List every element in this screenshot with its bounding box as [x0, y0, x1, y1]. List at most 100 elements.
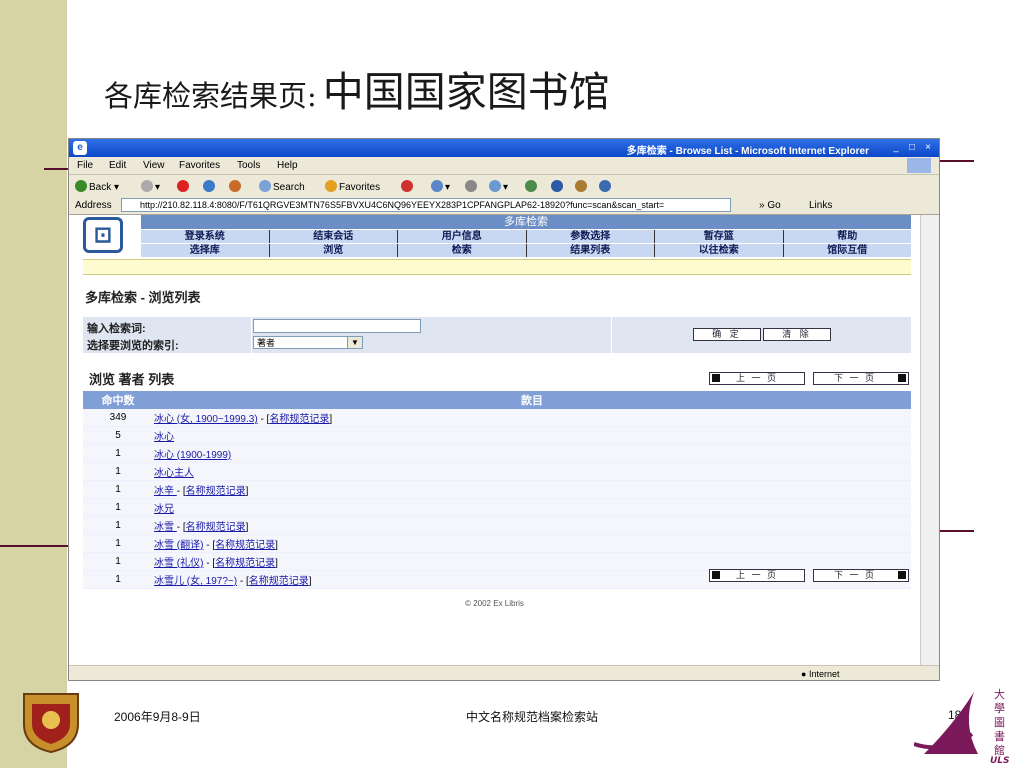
nav-previous-searches[interactable]: 以往检索	[655, 244, 784, 257]
menu-file[interactable]: File	[77, 160, 93, 171]
menu-edit[interactable]: Edit	[109, 160, 126, 171]
favorites-label: Favorites	[339, 182, 381, 193]
index-select[interactable]: 著者 ▼	[253, 336, 363, 349]
authority-record-link[interactable]: 名称规范记录	[269, 414, 329, 425]
nav-browse[interactable]: 浏览	[270, 244, 398, 257]
nav-select-db[interactable]: 选择库	[141, 244, 270, 257]
entry-link[interactable]: 冰心 (1900-1999)	[154, 450, 231, 461]
go-button[interactable]: » Go	[759, 200, 781, 211]
prev-arrow-icon	[712, 571, 720, 579]
footer-date: 2006年9月8-9日	[114, 710, 201, 724]
minimize-icon[interactable]: _	[889, 141, 903, 154]
favorites-button[interactable]: Favorites	[325, 180, 380, 193]
entry-link[interactable]: 冰心 (女, 1900~1999.3)	[154, 414, 258, 425]
entry-cell: 冰心	[153, 426, 911, 445]
prev-page-label: 上 一 页	[736, 570, 779, 580]
entry-link[interactable]: 冰辛	[154, 486, 177, 497]
refresh-icon[interactable]	[203, 180, 217, 193]
footer-center: 中文名称规范档案检索站	[466, 710, 599, 724]
internet-zone: ● Internet	[801, 669, 840, 679]
entry-link[interactable]: 冰雪儿 (女, 197?~)	[154, 576, 237, 587]
nav-ill[interactable]: 馆际互借	[784, 244, 912, 257]
status-bar: ● Internet	[69, 665, 939, 680]
prev-arrow-icon	[712, 374, 720, 382]
menu-view[interactable]: View	[143, 160, 165, 171]
next-page-button-bottom[interactable]: 下 一 页	[813, 569, 909, 582]
stop-icon[interactable]	[177, 180, 191, 193]
slide-rule-top-right	[940, 160, 974, 162]
entry-link[interactable]: 冰兄	[154, 504, 174, 515]
close-icon[interactable]: ×	[921, 141, 935, 154]
uls-logo-icon: 大 學 圖 書 館 ULS	[914, 687, 1010, 764]
table-row: 1 冰心主人	[83, 462, 911, 481]
authority-record-link[interactable]: 名称规范记录	[249, 576, 309, 587]
entry-link[interactable]: 冰雪 (礼仪)	[154, 558, 203, 569]
entry-cell: 冰心 (女, 1900~1999.3) - [名称规范记录]	[153, 409, 911, 427]
menu-tools[interactable]: Tools	[237, 160, 260, 171]
uls-logo-char-5: 館	[994, 743, 1005, 757]
authority-record-link[interactable]: 名称规范记录	[186, 522, 246, 533]
hits-cell: 1	[83, 462, 153, 481]
search-icon	[259, 180, 271, 192]
next-arrow-icon	[898, 374, 906, 382]
search-term-input[interactable]	[253, 319, 421, 333]
chevron-down-icon[interactable]: ▼	[347, 337, 362, 348]
nav-login[interactable]: 登录系统	[141, 230, 270, 243]
entry-cell: 冰雪 - [名称规范记录]	[153, 516, 911, 535]
clear-button[interactable]: 清 除	[763, 328, 831, 341]
search-label: Search	[273, 182, 305, 193]
entry-link[interactable]: 冰心	[154, 432, 174, 443]
authority-record-link[interactable]: 名称规范记录	[186, 486, 246, 497]
research-icon[interactable]	[575, 180, 589, 193]
go-label: Go	[767, 200, 781, 211]
search-button[interactable]: Search	[259, 180, 305, 193]
home-icon[interactable]	[229, 180, 243, 193]
maximize-icon[interactable]: □	[905, 141, 919, 154]
back-button[interactable]: Back ▾	[75, 180, 119, 193]
mail-icon[interactable]: ▾	[431, 180, 450, 193]
slide-title-part1: 各库检索结果页:	[104, 79, 317, 113]
entry-link[interactable]: 冰雪	[154, 522, 177, 533]
uls-logo-char-1: 大	[994, 687, 1005, 701]
next-page-label: 下 一 页	[834, 373, 877, 383]
edit-icon[interactable]: ▾	[489, 180, 508, 193]
nav-result-list[interactable]: 结果列表	[527, 244, 655, 257]
messenger-icon[interactable]	[551, 180, 565, 193]
forward-button[interactable]: ▾	[141, 180, 160, 193]
table-row: 1 冰辛 - [名称规范记录]	[83, 480, 911, 499]
nav-row-2: 选择库 浏览 检索 结果列表 以往检索 馆际互借	[141, 244, 911, 257]
nav-help[interactable]: 帮助	[784, 230, 912, 243]
hits-cell: 1	[83, 570, 153, 589]
next-page-button[interactable]: 下 一 页	[813, 372, 909, 385]
nav-preferences[interactable]: 参数选择	[527, 230, 655, 243]
menu-help[interactable]: Help	[277, 160, 298, 171]
discuss-icon[interactable]	[525, 180, 539, 193]
nav-end-session[interactable]: 结束会话	[270, 230, 398, 243]
media-icon[interactable]	[401, 180, 415, 193]
table-row: 1 冰雪 (翻译) - [名称规范记录]	[83, 534, 911, 553]
windows-logo-icon	[907, 158, 931, 173]
nav-basket[interactable]: 暂存篮	[655, 230, 784, 243]
authority-record-link[interactable]: 名称规范记录	[215, 540, 275, 551]
nav-user-info[interactable]: 用户信息	[398, 230, 527, 243]
links-button[interactable]: Links	[809, 200, 832, 211]
bluetooth-icon[interactable]	[599, 180, 613, 193]
entry-link[interactable]: 冰心主人	[154, 468, 194, 479]
entry-cell: 冰雪 (礼仪) - [名称规范记录]	[153, 552, 911, 571]
print-icon[interactable]	[465, 180, 479, 193]
hits-cell: 1	[83, 444, 153, 463]
slide-title-part2: 中国国家图书馆	[322, 68, 610, 116]
vertical-scrollbar[interactable]	[920, 215, 939, 665]
web-page: ⊡ 多库检索 登录系统 结束会话 用户信息 参数选择 暂存篮 帮助 选择库 浏览…	[69, 215, 920, 665]
prev-page-button-bottom[interactable]: 上 一 页	[709, 569, 805, 582]
nav-search[interactable]: 检索	[398, 244, 527, 257]
menu-favorites[interactable]: Favorites	[179, 160, 220, 171]
entry-link[interactable]: 冰雪 (翻译)	[154, 540, 203, 551]
uls-logo-char-4: 書	[994, 729, 1005, 743]
address-label: Address	[75, 200, 112, 211]
authority-record-link[interactable]: 名称规范记录	[215, 558, 275, 569]
prev-page-button[interactable]: 上 一 页	[709, 372, 805, 385]
uls-logo-abbrev: ULS	[990, 756, 1010, 764]
confirm-button[interactable]: 确 定	[693, 328, 761, 341]
address-input[interactable]: http://210.82.118.4:8080/F/T61QRGVE3MTN7…	[121, 198, 731, 212]
